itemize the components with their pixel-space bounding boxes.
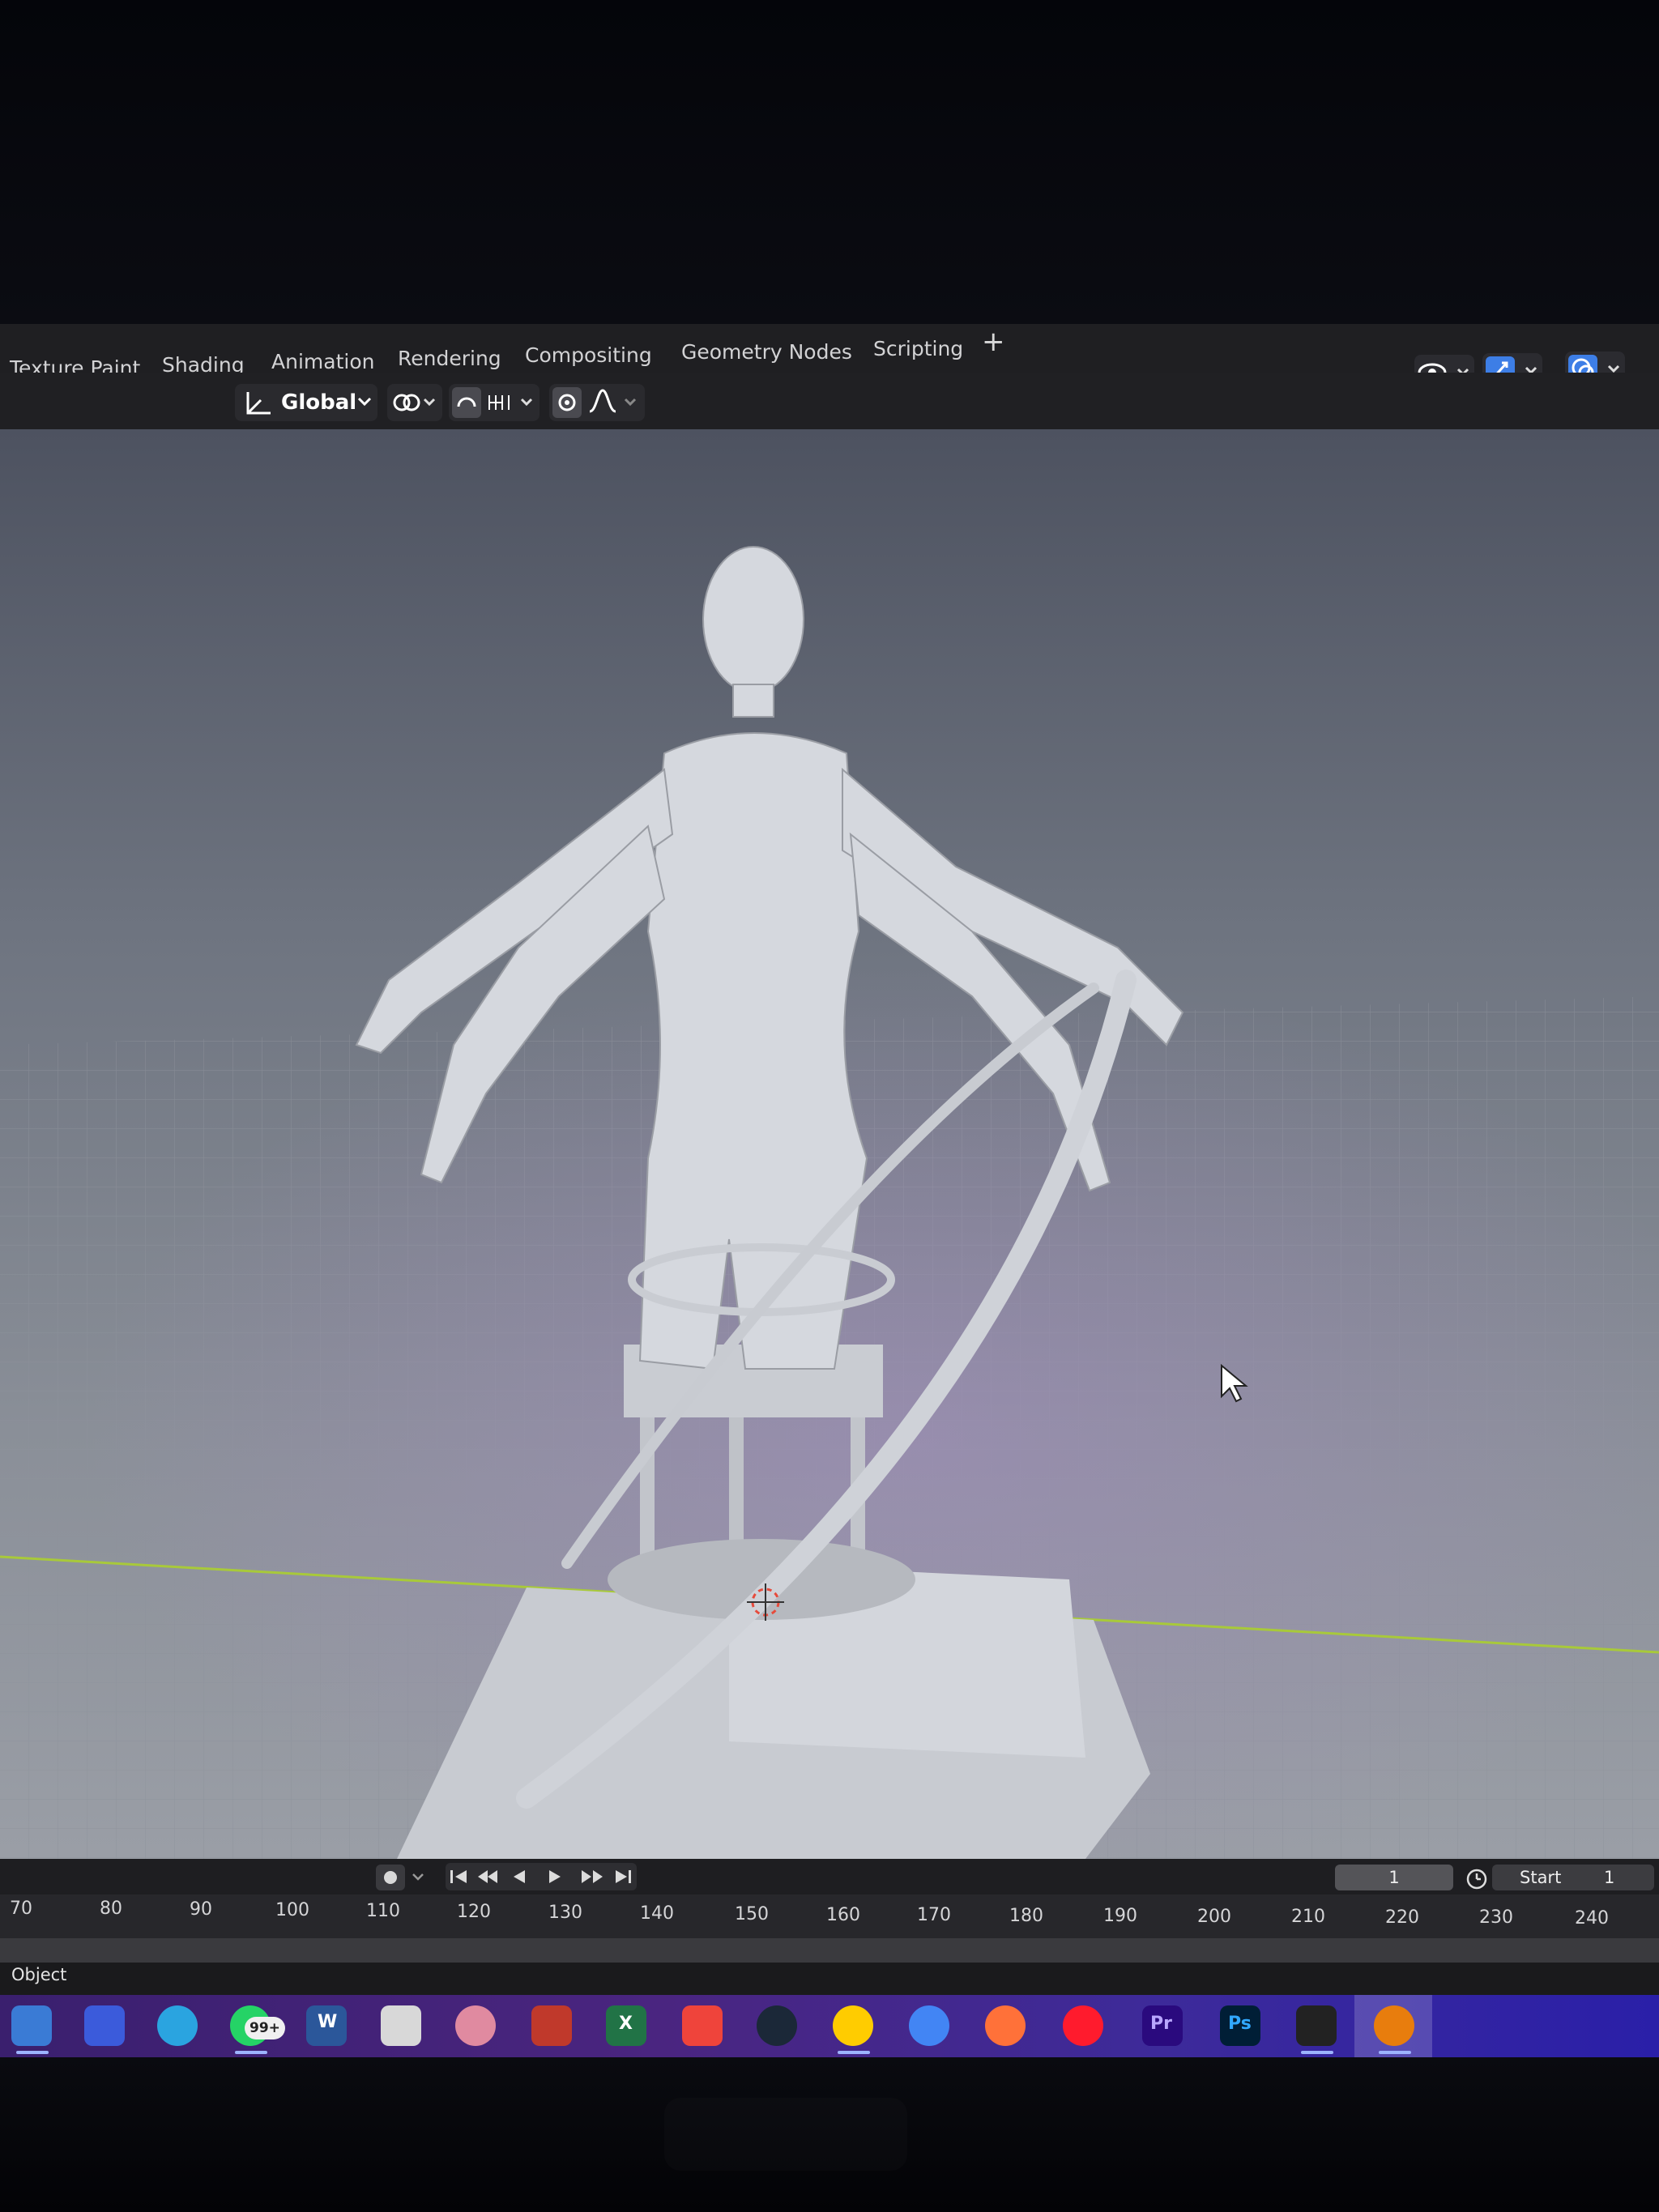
ruler-tick: 180 [1009,1906,1043,1926]
taskbar-yandex-browser-icon[interactable] [833,2005,873,2046]
proportional-falloff-icon [552,387,637,418]
running-indicator [1379,2051,1411,2054]
taskbar-notes-icon[interactable] [381,2005,421,2046]
ruler-tick: 160 [826,1905,860,1925]
taskbar-steam-icon[interactable] [757,2005,797,2046]
taskbar-firefox-icon[interactable] [985,2005,1026,2046]
tab-rendering[interactable]: Rendering [398,347,501,370]
taskbar-anydesk-icon[interactable] [682,2005,723,2046]
snapping-toggle[interactable] [449,384,539,421]
running-indicator [1301,2051,1333,2054]
pivot-icon [393,394,436,411]
taskbar-app-browser-pinned[interactable] [11,2005,52,2046]
notification-badge: 99+ [245,2017,285,2039]
start-frame-field[interactable]: Start 1 [1492,1865,1654,1890]
taskbar-opera-icon[interactable] [1063,2005,1103,2046]
orientation-axes-icon [246,392,271,415]
taskbar-telegram-icon[interactable] [157,2005,198,2046]
ruler-tick: 140 [640,1903,674,1924]
premiere-label: Pr [1150,2014,1172,2034]
mode-indicator: Object [11,1965,67,1984]
taskbar-recorder-icon[interactable] [531,2005,572,2046]
tab-geometry-nodes[interactable]: Geometry Nodes [681,340,852,364]
ruler-tick: 70 [10,1899,32,1919]
stopwatch-icon[interactable] [1465,1866,1489,1890]
ruler-tick: 100 [275,1900,309,1920]
ruler-tick: 150 [735,1904,769,1924]
playback-controls[interactable] [446,1863,637,1890]
ruler-tick: 90 [190,1899,212,1920]
ruler-tick: 240 [1575,1908,1609,1929]
ruler-tick: 210 [1291,1907,1325,1927]
taskbar-chrome-icon[interactable] [909,2005,949,2046]
proportional-editing-toggle[interactable] [549,384,645,421]
start-value: 1 [1604,1868,1615,1887]
pivot-point-dropdown[interactable] [387,384,442,421]
monitor-logo [664,2098,907,2171]
current-frame-field[interactable]: 1 [1335,1865,1453,1890]
taskbar-brain-app-icon[interactable] [455,2005,496,2046]
excel-label: X [619,2014,633,2034]
ruler-tick: 120 [457,1902,491,1922]
ruler-tick: 80 [100,1899,122,1919]
monitor-bezel-top [0,0,1659,324]
running-indicator [16,2051,49,2054]
ruler-tick: 230 [1479,1907,1513,1928]
ruler-tick: 200 [1197,1907,1231,1927]
start-label: Start [1520,1868,1562,1887]
tab-scripting[interactable]: Scripting [873,337,963,360]
3d-viewport[interactable] [0,429,1659,1859]
running-indicator [838,2051,870,2054]
ruler-tick: 130 [548,1903,582,1923]
ruler-tick: 110 [366,1901,400,1921]
snap-magnet-icon [452,387,533,418]
orientation-label: Global [281,390,357,415]
tab-animation[interactable]: Animation [271,350,374,373]
viewport-scene [0,546,1659,1859]
word-label: W [318,2012,338,2032]
photoshop-label: Ps [1228,2014,1252,2034]
ruler-tick: 170 [917,1905,951,1925]
taskbar-app-2[interactable] [84,2005,125,2046]
running-indicator [235,2051,267,2054]
chevron-down-icon [357,397,372,407]
tab-compositing[interactable]: Compositing [525,343,652,367]
auto-keying-button[interactable] [376,1865,433,1890]
ruler-tick: 190 [1103,1906,1137,1926]
timeline-track[interactable] [0,1938,1659,1963]
ruler-tick: 220 [1385,1907,1419,1928]
taskbar-capcut-icon[interactable] [1296,2005,1337,2046]
add-workspace-button[interactable]: + [982,326,1005,358]
taskbar-blender-icon[interactable] [1374,2005,1414,2046]
status-bar [0,1963,1659,1995]
